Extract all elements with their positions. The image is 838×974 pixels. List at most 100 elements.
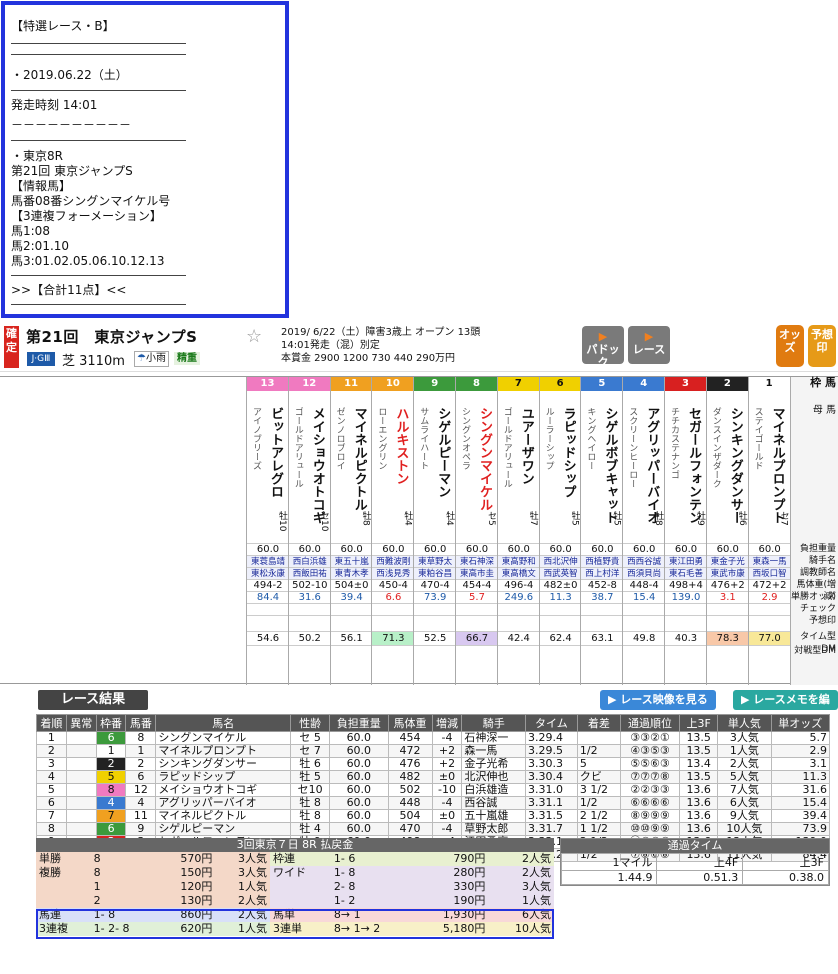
check-cell[interactable] xyxy=(665,603,707,615)
sex-age: 牡4 xyxy=(402,511,413,526)
yoso-cell[interactable] xyxy=(247,615,289,627)
taisen-dm xyxy=(581,645,624,657)
payout-cell: ワイド xyxy=(270,866,331,880)
paddock-button[interactable]: ▶ パドック xyxy=(582,326,624,369)
horse-column[interactable]: 2 シンキングダンサー ダンスインザダーク 牡6 60.0 東金子光 東武市康 476+2 3.… xyxy=(705,377,749,685)
result-cell: 2.9 xyxy=(770,744,830,758)
horse-name[interactable]: ユアーザワン xyxy=(518,407,534,485)
result-cell: 2 xyxy=(125,757,157,771)
win-odds: 3.1 xyxy=(706,591,749,603)
yoso-cell[interactable] xyxy=(748,615,791,627)
row-label: 騎手名 xyxy=(808,556,836,566)
win-odds: 139.0 xyxy=(665,591,707,603)
horse-column[interactable]: 3 セガールフォンテン チチカステナンゴ 牡9 60.0 東江田勇 東石毛善 498+4 139… xyxy=(664,377,707,685)
result-row[interactable]: 5 8 12 メイショウオトコギ セ10 60.0 502 -10 白浜雄造 3.31.0 3 1/… xyxy=(36,783,830,797)
yoso-cell[interactable] xyxy=(414,615,457,627)
horse-column[interactable]: 10 ハルキストン ローエングリン 牡4 60.0 西難波剛 西浅見秀 450-4 6.6 71.… xyxy=(371,377,415,685)
result-cell: 13.5 xyxy=(679,744,719,758)
horse-name[interactable]: シゲルピーマン xyxy=(434,407,450,498)
result-row[interactable]: 3 2 2 シンキングダンサー牡 6 60.0 476 +2 金子光希 3.30.3 5 ⑤⑤⑥③ 1… xyxy=(36,757,830,771)
yoso-cell[interactable] xyxy=(497,615,540,627)
horse-name[interactable]: ラピッドシップ xyxy=(560,407,576,498)
horse-name[interactable]: セガールフォンテン xyxy=(685,407,701,524)
result-row[interactable]: 6 4 4 アグリッパーバイオ牡 8 60.0 448 -4 西谷誠 3.31.1 1/2 ⑥⑥⑥⑥… xyxy=(36,796,830,810)
yoso-cell[interactable] xyxy=(372,615,415,627)
check-cell[interactable] xyxy=(247,603,289,615)
umbrella-icon: ☂ xyxy=(137,353,146,364)
sex-age: 牡5 xyxy=(611,511,622,526)
horse-name[interactable]: マイネルプロンプト xyxy=(769,407,785,524)
trainer-name: 東石毛善 xyxy=(665,567,707,579)
yoso-cell[interactable] xyxy=(456,615,498,627)
check-cell[interactable] xyxy=(623,603,666,615)
race-video-button[interactable]: ▶ レース xyxy=(628,326,670,364)
yoso-button[interactable]: 予想印 xyxy=(808,325,836,367)
results-header-cell: 騎手 xyxy=(461,714,526,732)
odds-button[interactable]: オッズ xyxy=(776,325,804,367)
track-condition: 精重 xyxy=(174,352,200,365)
yoso-cell[interactable] xyxy=(581,615,624,627)
horse-name[interactable]: シゲルボブキャット xyxy=(601,407,617,524)
result-row[interactable]: 8 6 9 シゲルピーマン牡 4 60.0 470 -4 草野太郎 3.31.7 1 1/2 ⑩⑩⑨… xyxy=(36,822,830,836)
waku-uma-cell: 13 xyxy=(247,377,288,391)
star-icon[interactable]: ☆ xyxy=(246,326,262,347)
result-cell xyxy=(65,770,97,784)
horse-column[interactable]: 6 ラピッドシップ ルーラーシップ 牡5 60.0 西北沢伸 西武英智 482±0 11.3 62… xyxy=(538,377,582,685)
yoso-cell[interactable] xyxy=(706,615,749,627)
horse-name[interactable]: シンキングダンサー xyxy=(727,407,743,524)
horse-column[interactable]: 7 ユアーザワン ゴールドアリュール 牡7 60.0 東高野和 東高橋文 496-4 249.6… xyxy=(496,377,540,685)
result-row[interactable]: 7 7 11 マイネルピクトル牡 8 60.0 504 ±0 五十嵐雄 3.31.5 2 1/2 ⑧… xyxy=(36,809,830,823)
check-cell[interactable] xyxy=(581,603,624,615)
trainer-name: 東粕谷昌 xyxy=(414,567,457,579)
yoso-cell[interactable] xyxy=(665,615,707,627)
horse-name[interactable]: シングンマイケル xyxy=(476,407,492,511)
result-cell: 9人気 xyxy=(717,809,772,823)
check-cell[interactable] xyxy=(706,603,749,615)
horse-column[interactable]: 5 シゲルボブキャット キングヘイロー 牡5 60.0 西植野貴 西上村洋 452-8 38.7… xyxy=(580,377,624,685)
memo-line: 【特選レース・B】 xyxy=(11,19,115,33)
check-cell[interactable] xyxy=(372,603,415,615)
check-cell[interactable] xyxy=(497,603,540,615)
result-cell: 3.30.3 xyxy=(524,757,578,771)
result-row[interactable]: 1 6 8 シングンマイケルセ 5 60.0 454 -4 石神深一 3.29.4 ③③②① 13.… xyxy=(36,731,830,745)
horse-column[interactable]: 13 ビットアレグロ アイノブリーズ 牡10 60.0 東蓑島靖 東松永康 494-2 84.4… xyxy=(246,377,289,685)
trainer-name: 東高市圭 xyxy=(456,567,498,579)
check-cell[interactable] xyxy=(456,603,498,615)
horse-name[interactable]: マイネルピクトル xyxy=(351,407,367,511)
body-weight: 494-2 xyxy=(247,579,289,591)
pass-time-header: 上4F xyxy=(656,853,744,871)
result-row[interactable]: 2 1 1 マイネルプロンプトセ 7 60.0 472 +2 森一馬 3.29.5 1/2 ④③⑤③… xyxy=(36,744,830,758)
horse-name[interactable]: ビットアレグロ xyxy=(267,407,283,498)
horse-name[interactable]: ハルキストン xyxy=(392,407,408,485)
horse-name[interactable]: アグリッパーバイオ xyxy=(643,407,659,524)
taisen-dm xyxy=(247,645,289,657)
race-video-link[interactable]: ▶ レース映像を見る xyxy=(600,690,716,710)
burden-weight: 60.0 xyxy=(665,543,707,555)
burden-weight: 60.0 xyxy=(330,543,373,555)
check-cell[interactable] xyxy=(288,603,331,615)
win-odds: 15.4 xyxy=(623,591,666,603)
shutuba-card: 13 ビットアレグロ アイノブリーズ 牡10 60.0 東蓑島靖 東松永康 494-2 84.4… xyxy=(0,376,838,685)
check-cell[interactable] xyxy=(539,603,582,615)
horse-column[interactable]: 9 シゲルピーマン サムライハート 牡4 60.0 東草野太 東粕谷昌 470-4 73.9 52… xyxy=(413,377,457,685)
yoso-cell[interactable] xyxy=(623,615,666,627)
check-cell[interactable] xyxy=(748,603,791,615)
yoso-cell[interactable] xyxy=(539,615,582,627)
results-header-cell: 性齢 xyxy=(290,714,331,732)
result-cell: 60.0 xyxy=(329,731,389,745)
memo-panel: 【特選レース・B】 ・2019.06.22（土） 発走時刻 14:01 －－－－… xyxy=(1,1,289,318)
result-row[interactable]: 4 5 6 ラピッドシップ牡 5 60.0 482 ±0 北沢伸也 3.30.4 クビ ⑦⑦⑦⑧ 13… xyxy=(36,770,830,784)
result-cell: 60.0 xyxy=(329,757,389,771)
horse-column[interactable]: 1 マイネルプロンプト ステイゴールド セ7 60.0 東森一馬 西坂口智 472+2 2.9 7… xyxy=(747,377,791,685)
yoso-cell[interactable] xyxy=(330,615,373,627)
horse-column[interactable]: 11 マイネルピクトル ゼンノロブロイ 牡8 60.0 東五十嵐 東青木孝 504±0 39.4… xyxy=(329,377,373,685)
check-cell[interactable] xyxy=(330,603,373,615)
horse-name[interactable]: メイショウオトコギ xyxy=(309,407,325,524)
yoso-cell[interactable] xyxy=(288,615,331,627)
horse-column[interactable]: 4 アグリッパーバイオ スクリーンヒーロー 牡8 60.0 西西谷誠 西須貝尚 448-4 15… xyxy=(622,377,666,685)
horse-column[interactable]: 8 シングンマイケル シングンオペラ セ5 60.0 東石神深 東高市圭 454-4 5.7 66… xyxy=(455,377,498,685)
check-cell[interactable] xyxy=(414,603,457,615)
payout-cell xyxy=(270,894,331,908)
horse-column[interactable]: 12 メイショウオトコギ ゴールドアリュール セ10 60.0 西白浜雄 西飯田祐 502-1… xyxy=(287,377,331,685)
race-memo-link[interactable]: ▶ レースメモを編集 xyxy=(733,690,838,726)
